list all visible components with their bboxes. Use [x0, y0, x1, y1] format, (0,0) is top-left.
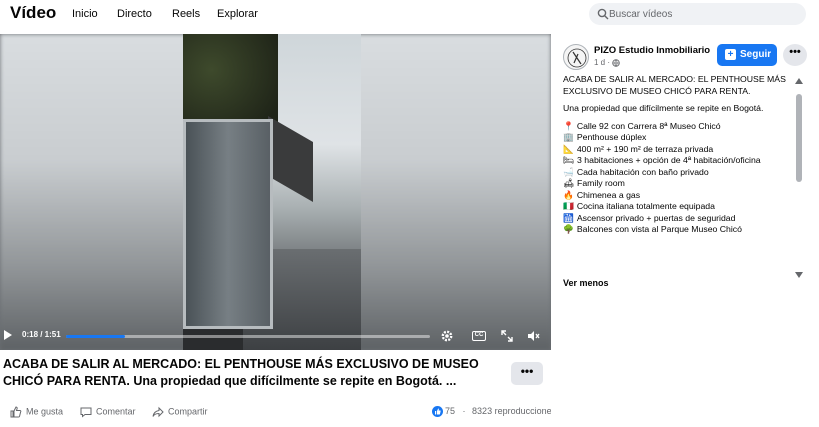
fullscreen-icon[interactable]	[500, 329, 514, 343]
more-options-button[interactable]: •••	[511, 362, 543, 385]
scroll-up-arrow-icon[interactable]	[795, 78, 803, 84]
follow-label: Seguir	[740, 49, 772, 60]
top-bar: Vídeo Inicio Directo Reels Explorar	[0, 0, 819, 30]
feature-item: 🇮🇹 Cocina italiana totalmente equipada	[563, 201, 793, 213]
search-box[interactable]	[589, 3, 806, 25]
captions-icon[interactable]: CC	[472, 331, 486, 341]
scroll-down-arrow-icon[interactable]	[795, 272, 803, 278]
globe-icon	[612, 59, 620, 67]
feature-emoji-icon: 📍	[563, 120, 574, 131]
feature-text: Ascensor privado + puertas de seguridad	[576, 212, 736, 223]
feature-emoji-icon: 🏢	[563, 132, 574, 142]
feature-emoji-icon: 📐	[563, 143, 574, 154]
section-title: Vídeo	[10, 3, 57, 22]
stats: 75 · 8323 reproducciones	[432, 406, 557, 418]
post-description: ACABA DE SALIR AL MERCADO: EL PENTHOUSE …	[563, 74, 793, 269]
feature-item: 🌳 Balcones con vista al Parque Museo Chic…	[563, 224, 793, 236]
add-page-icon: +	[725, 49, 736, 60]
feature-text: Calle 92 con Carrera 8ª Museo Chicó	[576, 120, 721, 131]
post-meta: 1 d ·	[594, 58, 620, 67]
nav-item-directo[interactable]: Directo	[117, 8, 152, 20]
comment-button[interactable]: Comentar	[80, 406, 136, 418]
page-avatar[interactable]	[563, 44, 589, 70]
feature-item: 🛗 Ascensor privado + puertas de seguridad	[563, 213, 793, 225]
feature-emoji-icon: 🛗	[563, 212, 574, 223]
settings-gear-icon[interactable]	[440, 329, 454, 343]
search-input[interactable]	[609, 5, 799, 23]
share-button[interactable]: Compartir	[152, 406, 208, 418]
share-label: Compartir	[168, 406, 208, 417]
feature-item: 📐 400 m² + 190 m² de terraza privada	[563, 144, 793, 156]
progress-bar[interactable]	[66, 335, 430, 338]
page-name[interactable]: PIZO Estudio Inmobiliario	[594, 45, 710, 56]
comment-label: Comentar	[96, 406, 136, 417]
search-icon	[597, 8, 609, 20]
feature-text: Cocina italiana totalmente equipada	[576, 201, 715, 211]
play-icon[interactable]	[4, 330, 12, 340]
post-intro: Una propiedad que difícilmente se repite…	[563, 103, 764, 113]
feature-item: 🔥 Chimenea a gas	[563, 190, 793, 202]
post-headline: ACABA DE SALIR AL MERCADO: EL PENTHOUSE …	[563, 74, 786, 96]
feature-emoji-icon: 🛏	[563, 155, 575, 165]
like-reaction-icon	[432, 406, 443, 418]
feature-text: Family room	[577, 178, 625, 188]
comment-icon	[80, 407, 92, 418]
nav-item-inicio[interactable]: Inicio	[72, 8, 98, 20]
post-sidebar: PIZO Estudio Inmobiliario 1 d · + Seguir…	[551, 34, 819, 427]
feature-text: Cada habitación con baño privado	[576, 166, 709, 177]
feature-text: Balcones con vista al Parque Museo Chicó	[576, 224, 742, 234]
feature-item: 🛋 Family room	[563, 178, 793, 190]
feature-emoji-icon: 🌳	[563, 224, 574, 234]
feature-text: 400 m² + 190 m² de terraza privada	[576, 143, 714, 154]
like-button[interactable]: Me gusta	[10, 406, 63, 418]
feature-emoji-icon: 🛁	[563, 166, 574, 177]
video-controls: 0:18 / 1:51 CC	[0, 324, 551, 350]
mute-icon[interactable]	[526, 329, 540, 343]
scrollbar-thumb[interactable]	[796, 94, 802, 182]
feature-item: 🛁 Cada habitación con baño privado	[563, 167, 793, 179]
feature-list: 📍 Calle 92 con Carrera 8ª Museo Chicó 🏢 Pen…	[563, 121, 793, 236]
nav-item-explorar[interactable]: Explorar	[217, 8, 258, 20]
feature-text: Penthouse dúplex	[576, 132, 647, 142]
glass-door	[183, 119, 273, 329]
feature-text: Chimenea a gas	[576, 189, 641, 200]
roof-canopy	[268, 116, 313, 202]
video-time: 0:18 / 1:51	[22, 330, 61, 339]
feature-emoji-icon: 🔥	[563, 189, 574, 200]
video-player[interactable]	[0, 34, 551, 350]
page-logo-icon	[567, 48, 587, 68]
see-less-link[interactable]: Ver menos	[563, 278, 609, 288]
feature-item: 🏢 Penthouse dúplex	[563, 132, 793, 144]
share-icon	[152, 406, 164, 418]
feature-item: 📍 Calle 92 con Carrera 8ª Museo Chicó	[563, 121, 793, 133]
post-age[interactable]: 1 d	[594, 58, 605, 67]
like-label: Me gusta	[26, 406, 64, 417]
reaction-count[interactable]: 75	[445, 406, 455, 416]
view-count: 8323 reproducciones	[472, 406, 557, 416]
thumbs-up-icon	[10, 406, 22, 418]
description-scrollbar[interactable]	[795, 78, 803, 278]
post-options-button[interactable]: •••	[783, 44, 807, 66]
progress-fill	[66, 335, 125, 338]
nav-item-reels[interactable]: Reels	[172, 8, 200, 20]
video-frame	[183, 34, 361, 350]
feature-emoji-icon: 🛋	[563, 178, 575, 188]
follow-button[interactable]: + Seguir	[717, 44, 777, 66]
feature-emoji-icon: 🇮🇹	[563, 201, 574, 211]
feature-text: 3 habitaciones + opción de 4ª habitación…	[577, 155, 761, 165]
feature-item: 🛏 3 habitaciones + opción de 4ª habitació…	[563, 155, 793, 167]
separator: ·	[462, 406, 466, 416]
video-title[interactable]: ACABA DE SALIR AL MERCADO: EL PENTHOUSE …	[3, 356, 503, 390]
